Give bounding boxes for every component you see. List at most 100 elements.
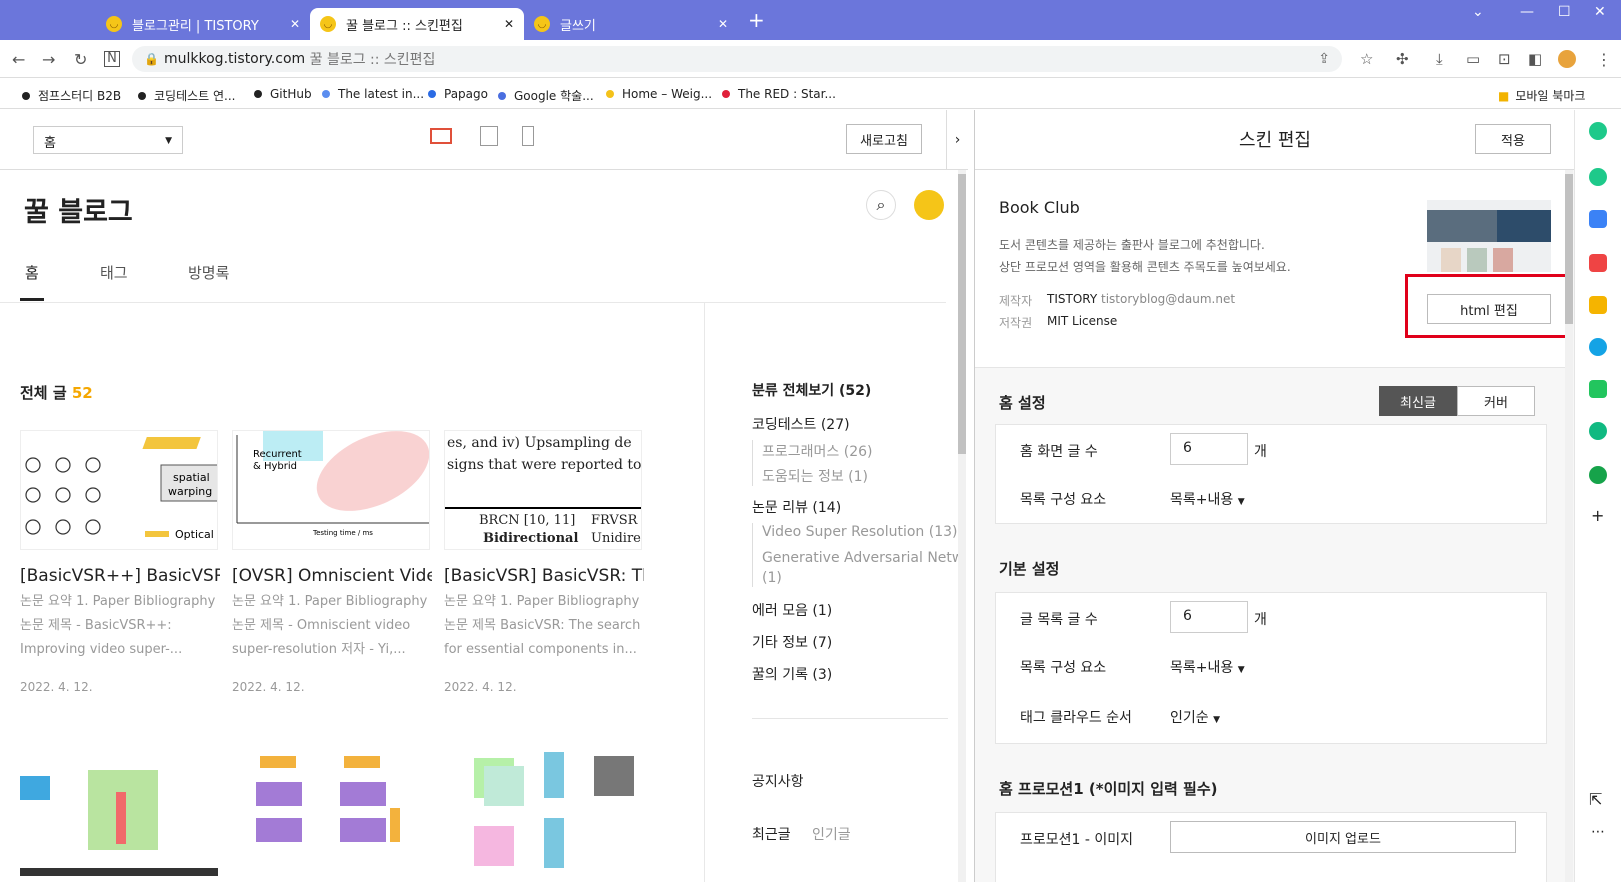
post-title[interactable]: [BasicVSR] BasicVSR: Th...	[444, 566, 644, 586]
wallet-icon[interactable]	[1589, 210, 1607, 228]
skin-name: Book Club	[999, 198, 1080, 217]
tab-write[interactable]: ◡ 글쓰기 ✕	[524, 8, 738, 40]
bookmark-item[interactable]: Home – Weig...	[606, 87, 712, 101]
scrollbar[interactable]	[1565, 170, 1573, 882]
divider	[752, 718, 948, 719]
close-tab-icon[interactable]: ✕	[290, 17, 300, 31]
share-icon[interactable]: ⇪	[1318, 51, 1330, 67]
post-title[interactable]: [BasicVSR++] BasicVSR+...	[20, 566, 220, 586]
subcategory-item[interactable]: 도움되는 정보 (1)	[762, 466, 868, 486]
mobile-view-icon[interactable]	[522, 126, 534, 146]
tab-skin-edit[interactable]: ◡ 꿀 블로그 :: 스킨편집 ✕	[310, 8, 524, 40]
collapse-panel-icon[interactable]: ›	[946, 110, 968, 170]
search-icon[interactable]: ⌕	[866, 190, 896, 220]
screenshot-icon[interactable]: ⊡	[1498, 50, 1511, 68]
tab-latest[interactable]: 최신글	[1379, 386, 1457, 416]
blog-title: 꿀 블로그	[24, 197, 133, 228]
post-thumbnail[interactable]	[232, 752, 430, 882]
subcategory-item[interactable]: Generative Adversarial Netw..	[762, 550, 968, 566]
download-icon[interactable]: ⤓	[1436, 50, 1443, 68]
subcategory-item[interactable]: Video Super Resolution (13)	[762, 524, 957, 540]
home-list-select[interactable]: 목록+내용 ▼	[1170, 489, 1245, 509]
close-window-icon[interactable]: ✕	[1594, 4, 1606, 20]
profile-avatar[interactable]	[1558, 50, 1576, 68]
post-card[interactable]: spatial warping Optical [BasicVSR++] Bas…	[20, 430, 220, 694]
more-icon[interactable]: ⋯	[1591, 824, 1605, 840]
bookmark-item[interactable]: Google 학술...	[498, 87, 594, 104]
sidebar-icon[interactable]: ◧	[1528, 50, 1542, 68]
bookmark-icon	[606, 90, 614, 98]
skin-info: Book Club 도서 콘텐츠를 제공하는 출판사 블로그에 추천합니다. 상…	[975, 170, 1573, 368]
tablet-view-icon[interactable]	[480, 126, 498, 146]
star-icon[interactable]	[1589, 296, 1607, 314]
mobile-bookmarks[interactable]: ■ 모바일 북마크	[1498, 87, 1585, 104]
category-all[interactable]: 분류 전체보기 (52)	[752, 380, 871, 400]
menu-icon[interactable]: ⋮	[1596, 50, 1612, 69]
new-tab-icon[interactable]: +	[748, 8, 765, 32]
subcategory-item[interactable]: 프로그래머스 (26)	[762, 441, 872, 461]
bookmark-item[interactable]: GitHub	[254, 87, 312, 101]
maximize-icon[interactable]: ☐	[1558, 4, 1571, 20]
caret-down-icon: ▼	[1237, 665, 1245, 675]
naver-extension-icon[interactable]: N	[104, 51, 120, 67]
tab-cover[interactable]: 커버	[1457, 386, 1535, 416]
tab-blog-admin[interactable]: ◡ 블로그관리 | TISTORY ✕	[96, 8, 310, 40]
post-card[interactable]: es, and iv) Upsampling de signs that wer…	[444, 430, 644, 694]
post-count-input[interactable]: 6	[1170, 601, 1248, 633]
bookmark-item[interactable]: The RED : Star...	[722, 87, 836, 101]
nav-home[interactable]: 홈	[25, 262, 39, 283]
list-select[interactable]: 목록+내용 ▼	[1170, 657, 1245, 677]
extensions-icon[interactable]: ✣	[1396, 50, 1409, 68]
browser-side-rail: + ⇱ ⋯	[1574, 110, 1621, 882]
bookmark-item[interactable]: 코딩테스트 연...	[138, 87, 236, 104]
reload-icon[interactable]: ↻	[74, 50, 87, 69]
apply-button[interactable]: 적용	[1475, 124, 1551, 154]
category-item[interactable]: 기타 정보 (7)	[752, 632, 832, 652]
bookmark-item[interactable]: Papago	[428, 87, 488, 101]
tag-cloud-select[interactable]: 인기순 ▼	[1170, 707, 1220, 727]
recent-tab[interactable]: 최근글	[752, 824, 791, 844]
external-link-icon[interactable]: ⇱	[1589, 790, 1602, 809]
bookmark-item[interactable]: The latest in...	[322, 87, 424, 101]
notification-icon[interactable]	[1589, 168, 1607, 186]
chat-icon[interactable]	[1589, 380, 1607, 398]
play-icon[interactable]	[1589, 422, 1607, 440]
game-icon[interactable]	[1589, 466, 1607, 484]
desktop-view-icon[interactable]	[430, 128, 452, 144]
bookmark-star-icon[interactable]: ☆	[1360, 50, 1373, 68]
bookmark-item[interactable]: 점프스터디 B2B	[22, 87, 121, 104]
close-tab-icon[interactable]: ✕	[504, 17, 514, 31]
profile-icon[interactable]	[914, 190, 944, 220]
nav-tag[interactable]: 태그	[100, 262, 128, 283]
scrollbar[interactable]	[958, 170, 966, 882]
close-tab-icon[interactable]: ✕	[718, 17, 728, 31]
add-icon[interactable]: +	[1591, 506, 1604, 525]
refresh-button[interactable]: 새로고침	[846, 124, 922, 154]
pocket-icon[interactable]	[1589, 254, 1607, 272]
popular-tab[interactable]: 인기글	[812, 824, 851, 844]
page-select[interactable]: 홈 ▼	[33, 126, 183, 154]
nav-guestbook[interactable]: 방명록	[188, 262, 229, 283]
folder-icon: ■	[1498, 88, 1510, 103]
post-thumbnail[interactable]	[444, 752, 642, 882]
edge-icon[interactable]	[1589, 338, 1607, 356]
post-title[interactable]: [OVSR] Omniscient Vide...	[232, 566, 432, 586]
category-item[interactable]: 에러 모음 (1)	[752, 600, 832, 620]
category-item[interactable]: 논문 리뷰 (14)	[752, 497, 841, 517]
browser-tab-bar: ◡ 블로그관리 | TISTORY ✕ ◡ 꿀 블로그 :: 스킨편집 ✕ ◡ …	[0, 0, 1621, 40]
category-item[interactable]: 꿀의 기록 (3)	[752, 664, 832, 684]
media-icon[interactable]: ▭	[1466, 50, 1480, 68]
tab-search-icon[interactable]: ⌄	[1472, 4, 1484, 20]
forward-icon[interactable]: →	[42, 50, 55, 69]
url-bar[interactable]: 🔒 mulkkog.tistory.com 꿀 블로그 :: 스킨편집 ⇪	[132, 46, 1342, 72]
image-upload-button[interactable]: 이미지 업로드	[1170, 821, 1516, 853]
post-date: 2022. 4. 12.	[232, 680, 305, 694]
minimize-icon[interactable]: —	[1520, 4, 1534, 20]
home-post-count-input[interactable]: 6	[1170, 433, 1248, 465]
post-thumbnail[interactable]	[20, 752, 218, 882]
back-icon[interactable]: ←	[12, 50, 25, 69]
circle-app-icon[interactable]	[1589, 122, 1607, 140]
post-card[interactable]: Recurrent & Hybrid Testing time / ms [OV…	[232, 430, 432, 694]
category-item[interactable]: 코딩테스트 (27)	[752, 414, 850, 434]
thumb-label: Recurrent	[253, 449, 302, 460]
